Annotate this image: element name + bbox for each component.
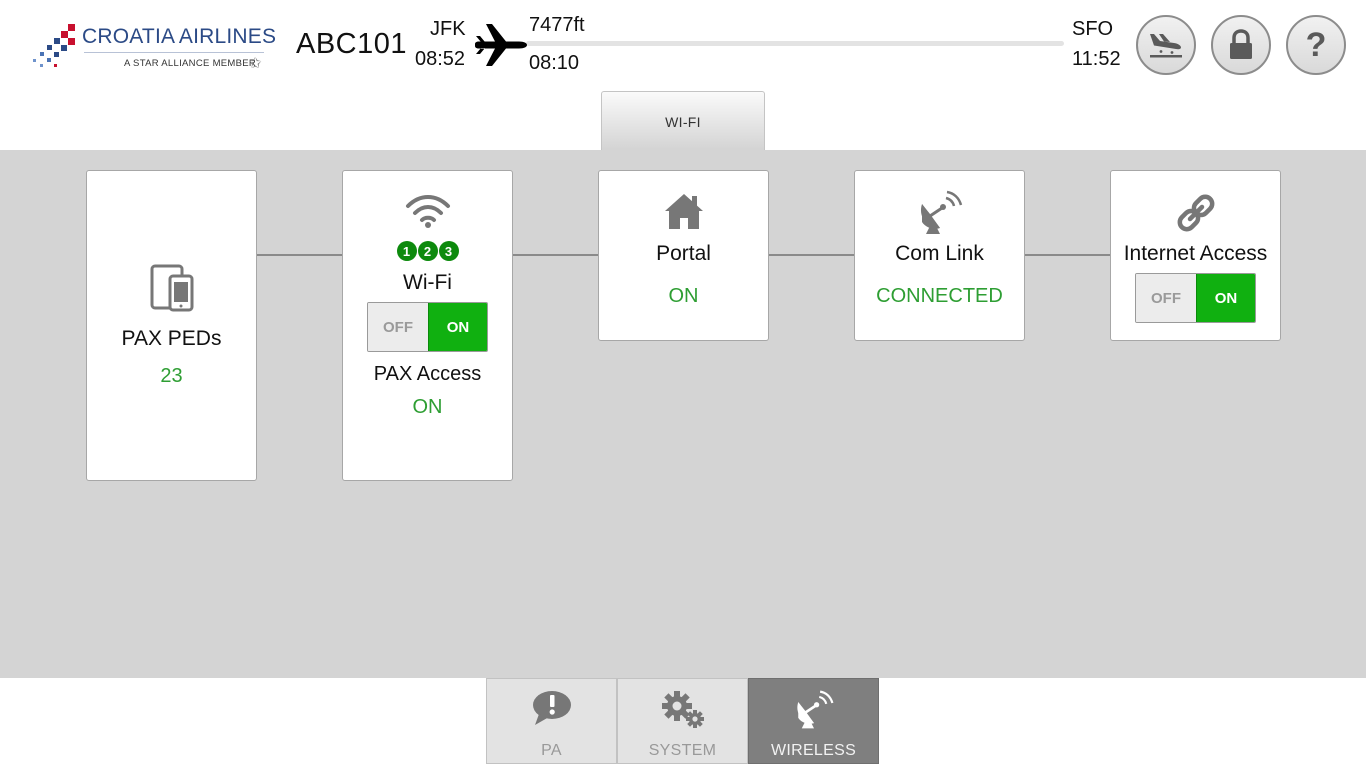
connector-line (1024, 254, 1111, 256)
logo-divider (84, 52, 264, 53)
connector-line (768, 254, 855, 256)
destination-time: 11:52 (1072, 48, 1121, 70)
internet-access-title: Internet Access (1123, 242, 1268, 265)
origin-code: JFK (430, 18, 466, 40)
internet-toggle-off[interactable]: OFF (1136, 274, 1196, 322)
help-button[interactable]: ? (1286, 15, 1346, 75)
ssid-badge: 3 (438, 241, 459, 261)
pa-alert-icon (532, 691, 571, 725)
satellite-dish-icon (796, 690, 833, 729)
nav-pa-button[interactable]: PA (486, 678, 617, 764)
satellite-dish-icon (920, 190, 962, 234)
help-icon: ? (1305, 26, 1327, 64)
airline-name: CROATIA AIRLINES (82, 25, 277, 48)
portal-status: ON (668, 285, 699, 307)
nav-system-label: SYSTEM (648, 742, 717, 759)
ssid-badge: 2 (417, 241, 438, 261)
pax-peds-count: 23 (160, 365, 183, 387)
altitude-readout: 7477ft (529, 14, 585, 36)
lock-button[interactable] (1211, 15, 1271, 75)
connector-line (256, 254, 343, 256)
flight-progress-track (526, 41, 1064, 46)
wifi-status-panel: PAX PEDs 23 1 2 3 Wi-Fi OFF ON PAX Acces… (0, 150, 1366, 678)
pax-peds-card: PAX PEDs 23 (86, 170, 257, 481)
landing-button[interactable] (1136, 15, 1196, 75)
internet-access-toggle[interactable]: OFF ON (1135, 273, 1256, 323)
nav-wireless-label: WIRELESS (770, 742, 857, 759)
gears-icon (661, 691, 704, 728)
pax-peds-title: PAX PEDs (121, 327, 222, 350)
star-alliance-icon: ✩ (249, 55, 262, 72)
wifi-title: Wi-Fi (403, 271, 452, 294)
header-bar: CROATIA AIRLINES A STAR ALLIANCE MEMBER … (0, 0, 1366, 151)
destination-code: SFO (1072, 18, 1114, 40)
home-icon (664, 194, 703, 229)
portal-card: Portal ON (598, 170, 769, 341)
wifi-icon (405, 195, 450, 228)
checkerboard-logo-icon (33, 24, 75, 67)
tab-wifi[interactable]: WI-FI (601, 91, 765, 151)
nav-pa-label: PA (541, 742, 562, 759)
com-link-title: Com Link (895, 242, 984, 265)
wifi-toggle-off[interactable]: OFF (368, 303, 428, 351)
airline-logo: CROATIA AIRLINES A STAR ALLIANCE MEMBER … (30, 22, 276, 74)
lock-icon (1230, 29, 1252, 59)
portal-title: Portal (656, 242, 711, 265)
ssid-indicators: 1 2 3 (343, 241, 512, 261)
internet-toggle-on[interactable]: ON (1196, 274, 1255, 322)
origin-time: 08:52 (415, 48, 466, 70)
airplane-landing-icon (1150, 34, 1182, 58)
internet-access-card: Internet Access OFF ON (1110, 170, 1281, 341)
ssid-badge: 1 (396, 241, 417, 261)
devices-icon (150, 264, 193, 312)
wifi-toggle[interactable]: OFF ON (367, 302, 488, 352)
bottom-nav: PA SYSTEM WIRELESS (0, 678, 1366, 764)
com-link-card: Com Link CONNECTED (854, 170, 1025, 341)
connector-line (512, 254, 599, 256)
pax-access-value: ON (412, 396, 443, 418)
airplane-icon (475, 24, 527, 66)
nav-system-button[interactable]: SYSTEM (617, 678, 748, 764)
wifi-card: 1 2 3 Wi-Fi OFF ON PAX Access ON (342, 170, 513, 481)
airline-tagline: A STAR ALLIANCE MEMBER (124, 58, 257, 69)
elapsed-time: 08:10 (529, 52, 580, 74)
wifi-toggle-on[interactable]: ON (428, 303, 487, 351)
flight-number: ABC101 (296, 28, 408, 60)
nav-wireless-button[interactable]: WIRELESS (748, 678, 879, 764)
pax-access-label: PAX Access (373, 363, 482, 385)
link-icon (1177, 194, 1214, 232)
com-link-status: CONNECTED (876, 285, 1003, 307)
